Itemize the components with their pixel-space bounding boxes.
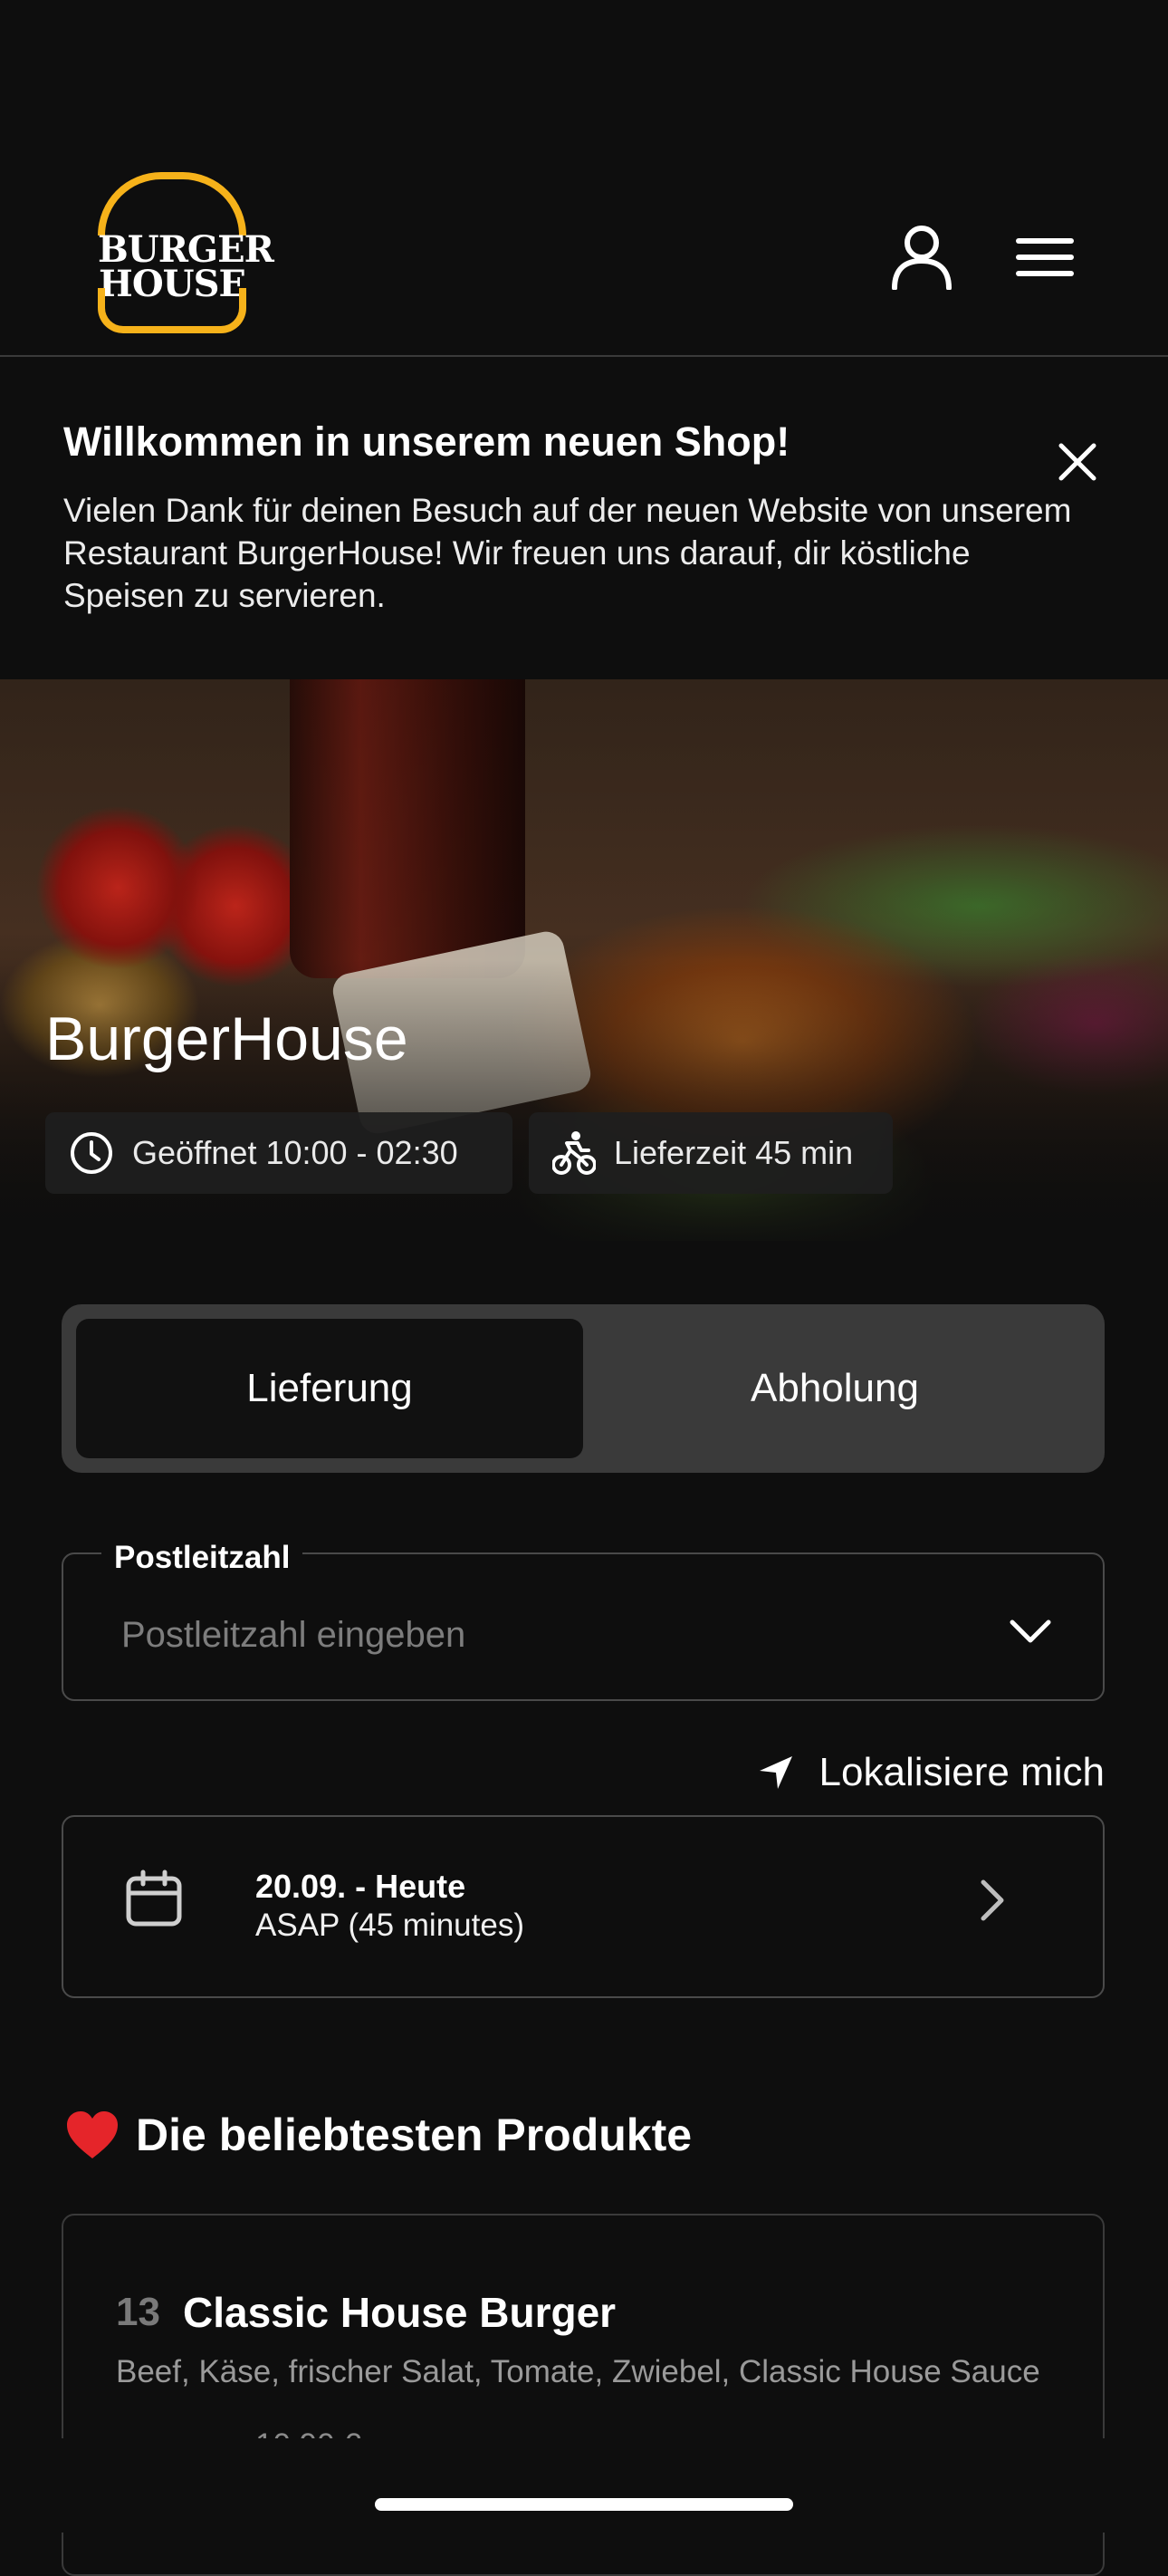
product-number: 13 <box>116 2290 160 2334</box>
bottom-safe-area <box>0 2438 1168 2533</box>
postcode-dropdown-toggle[interactable] <box>994 1596 1067 1668</box>
banner-title: Willkommen in unserem neuen Shop! <box>63 418 790 465</box>
opening-hours-text: Geöffnet 10:00 - 02:30 <box>132 1134 458 1171</box>
delivery-time-selector[interactable] <box>62 1815 1105 1998</box>
logo-bun-top <box>98 172 246 235</box>
restaurant-name: BurgerHouse <box>45 1004 408 1073</box>
calendar-icon <box>126 1870 182 1927</box>
clock-icon <box>71 1132 112 1174</box>
chevron-right-icon <box>981 1879 1004 1921</box>
popular-products-title: Die beliebtesten Produkte <box>136 2110 693 2160</box>
delivery-slot: ASAP (45 minutes) <box>255 1908 524 1943</box>
chevron-down-icon <box>1010 1620 1051 1643</box>
heart-icon <box>67 2111 118 2158</box>
postcode-input[interactable] <box>120 1605 974 1665</box>
postcode-label: Postleitzahl <box>101 1540 303 1576</box>
home-indicator[interactable] <box>375 2498 793 2511</box>
tab-pickup[interactable]: Abholung <box>581 1319 1088 1458</box>
banner-text: Vielen Dank für deinen Besuch auf der ne… <box>63 492 1072 614</box>
banner-close-button[interactable] <box>1041 426 1114 498</box>
user-icon <box>892 226 952 290</box>
product-description: Beef, Käse, frischer Salat, Tomate, Zwie… <box>116 2354 1040 2389</box>
delivery-time-chip: Lieferzeit 45 min <box>529 1112 893 1194</box>
burgerhouse-logo[interactable]: BURGER HOUSE <box>98 172 274 344</box>
delivery-time-text: Lieferzeit 45 min <box>614 1134 854 1171</box>
opening-hours-chip: Geöffnet 10:00 - 02:30 <box>45 1112 512 1194</box>
menu-button[interactable] <box>1009 221 1081 293</box>
logo-bun-bottom <box>98 288 246 333</box>
popular-products-heading: Die beliebtesten Produkte <box>65 2109 692 2161</box>
hamburger-menu-icon <box>1016 238 1074 276</box>
location-arrow-icon <box>759 1756 792 1789</box>
product-name: Classic House Burger <box>183 2289 617 2336</box>
locate-me-button[interactable]: Lokalisiere mich <box>742 1741 1105 1804</box>
account-button[interactable] <box>886 221 958 293</box>
tab-delivery[interactable]: Lieferung <box>76 1319 583 1458</box>
delivery-date: 20.09. - Heute <box>255 1868 466 1905</box>
locate-me-label: Lokalisiere mich <box>819 1750 1105 1794</box>
bike-courier-icon <box>552 1131 596 1175</box>
close-icon <box>1058 443 1096 481</box>
